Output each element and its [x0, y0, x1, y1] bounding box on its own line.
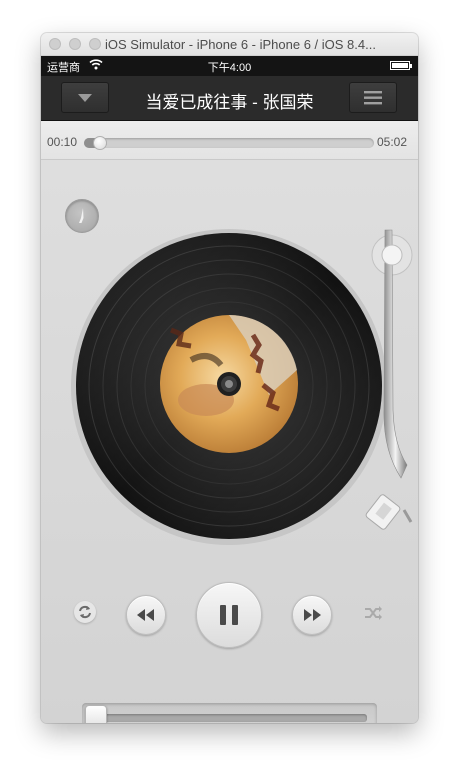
ios-status-bar: 运营商 下午4:00 [41, 56, 418, 76]
progress-track[interactable] [84, 136, 374, 150]
elapsed-time: 00:10 [47, 135, 78, 149]
volume-track [104, 714, 367, 722]
repeat-button[interactable] [74, 601, 96, 623]
window-title: iOS Simulator - iPhone 6 - iPhone 6 / iO… [105, 37, 376, 52]
pause-icon [220, 605, 238, 625]
fast-forward-icon [304, 609, 321, 621]
next-button[interactable] [292, 595, 332, 635]
play-pause-button[interactable] [196, 582, 262, 648]
repeat-icon [79, 605, 91, 619]
progress-bar-area: 00:10 05:02 [41, 121, 418, 160]
battery-icon [390, 61, 412, 70]
status-time: 下午4:00 [207, 62, 252, 74]
navigation-bar: 当爱已成往事 - 张国荣 [41, 76, 418, 121]
close-window-button[interactable] [49, 38, 61, 50]
total-time: 05:02 [377, 135, 408, 149]
simulator-window: iOS Simulator - iPhone 6 - iPhone 6 / iO… [41, 33, 418, 723]
menu-button[interactable] [349, 82, 397, 113]
volume-thumb[interactable] [85, 705, 107, 723]
zoom-window-button[interactable] [89, 38, 101, 50]
progress-thumb[interactable] [93, 136, 108, 150]
shuffle-icon [365, 606, 382, 620]
rewind-icon [137, 609, 154, 621]
turntable-graphic [71, 229, 413, 545]
minimize-window-button[interactable] [69, 38, 81, 50]
shuffle-button[interactable] [362, 603, 384, 623]
previous-button[interactable] [126, 595, 166, 635]
menu-icon [364, 91, 382, 105]
window-titlebar: iOS Simulator - iPhone 6 - iPhone 6 / iO… [41, 33, 418, 56]
turntable-deck [41, 160, 418, 723]
volume-slider[interactable] [82, 703, 377, 723]
